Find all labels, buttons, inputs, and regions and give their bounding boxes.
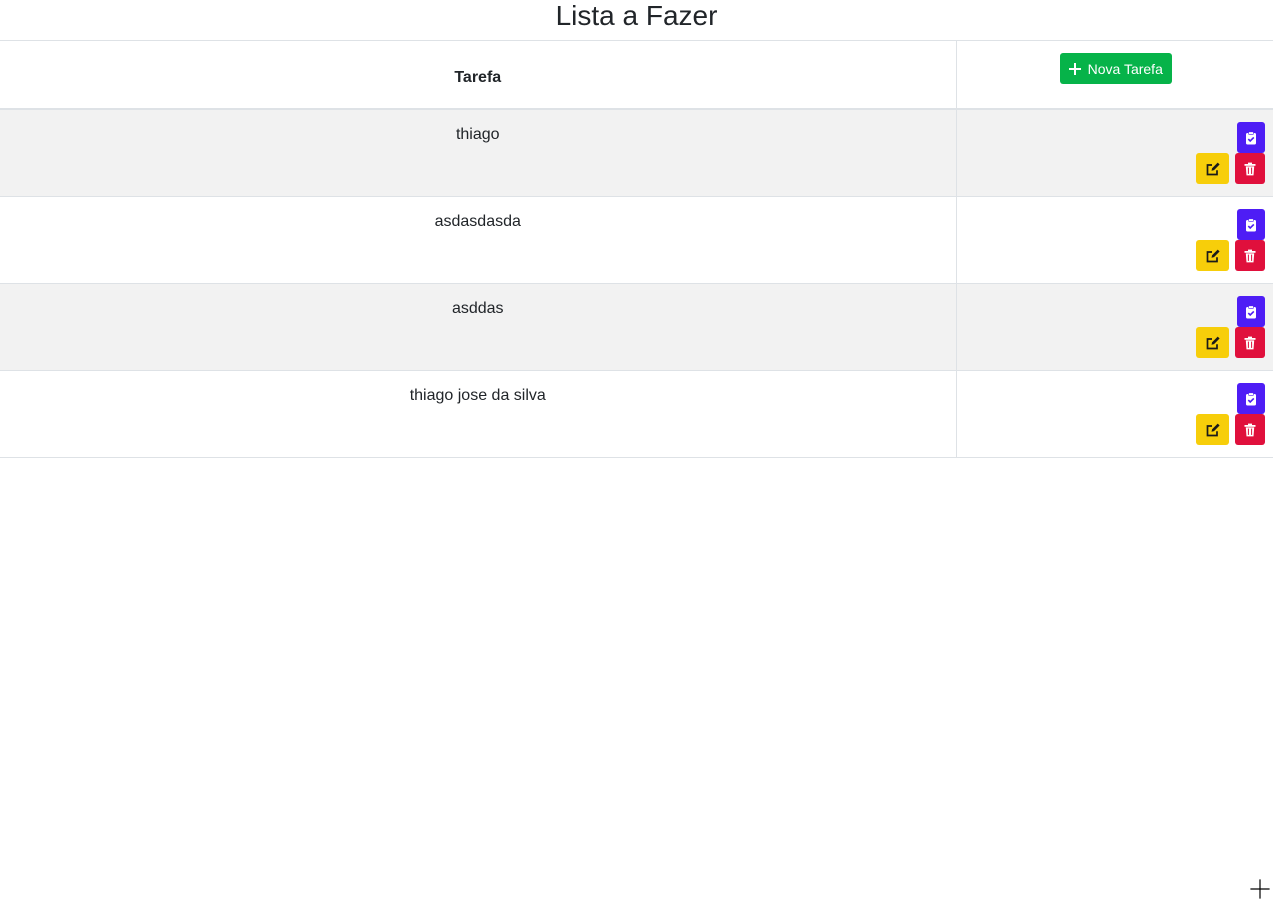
task-actions <box>955 283 1273 371</box>
table-row: asdasdasda <box>0 196 1273 284</box>
new-task-button[interactable]: Nova Tarefa <box>1059 53 1172 84</box>
delete-task-button[interactable] <box>1235 414 1265 445</box>
edit-task-button[interactable] <box>1196 414 1229 445</box>
complete-task-button[interactable] <box>1237 383 1265 414</box>
edit-task-button[interactable] <box>1196 327 1229 358</box>
trash-icon <box>1243 162 1257 176</box>
task-name: asddas <box>0 283 956 371</box>
task-name: asdasdasda <box>0 196 956 284</box>
table-header-row: Tarefa Nova Tarefa <box>0 40 1273 110</box>
task-table: Tarefa Nova Tarefa thiago asdasdasda asdda… <box>0 40 1273 458</box>
crosshair-cursor-icon <box>1249 878 1271 900</box>
clipboard-check-icon <box>1244 131 1258 145</box>
delete-task-button[interactable] <box>1235 327 1265 358</box>
task-actions <box>955 370 1273 458</box>
edit-task-button[interactable] <box>1196 153 1229 184</box>
edit-icon <box>1206 249 1220 263</box>
edit-task-button[interactable] <box>1196 240 1229 271</box>
complete-task-button[interactable] <box>1237 122 1265 153</box>
trash-icon <box>1243 336 1257 350</box>
page-title: Lista a Fazer <box>555 0 718 31</box>
actions-column-header: Nova Tarefa <box>955 40 1273 110</box>
task-column-header: Tarefa <box>0 40 956 110</box>
task-name: thiago <box>0 109 956 197</box>
edit-icon <box>1206 423 1220 437</box>
task-list: thiago asdasdasda asddas thiago jose da sil… <box>0 109 1273 458</box>
trash-icon <box>1243 423 1257 437</box>
new-task-label: Nova Tarefa <box>1087 60 1163 77</box>
todo-page: Lista a Fazer Tarefa Nova Tarefa thiago a… <box>0 0 1273 904</box>
task-actions <box>955 109 1273 197</box>
complete-task-button[interactable] <box>1237 296 1265 327</box>
edit-icon <box>1206 162 1220 176</box>
clipboard-check-icon <box>1244 392 1258 406</box>
task-actions <box>955 196 1273 284</box>
table-row: asddas <box>0 283 1273 371</box>
plus-icon <box>1068 60 1081 78</box>
trash-icon <box>1243 249 1257 263</box>
clipboard-check-icon <box>1244 305 1258 319</box>
delete-task-button[interactable] <box>1235 240 1265 271</box>
delete-task-button[interactable] <box>1235 153 1265 184</box>
table-row: thiago jose da silva <box>0 370 1273 458</box>
clipboard-check-icon <box>1244 218 1258 232</box>
complete-task-button[interactable] <box>1237 209 1265 240</box>
table-row: thiago <box>0 109 1273 197</box>
edit-icon <box>1206 336 1220 350</box>
task-name: thiago jose da silva <box>0 370 956 458</box>
